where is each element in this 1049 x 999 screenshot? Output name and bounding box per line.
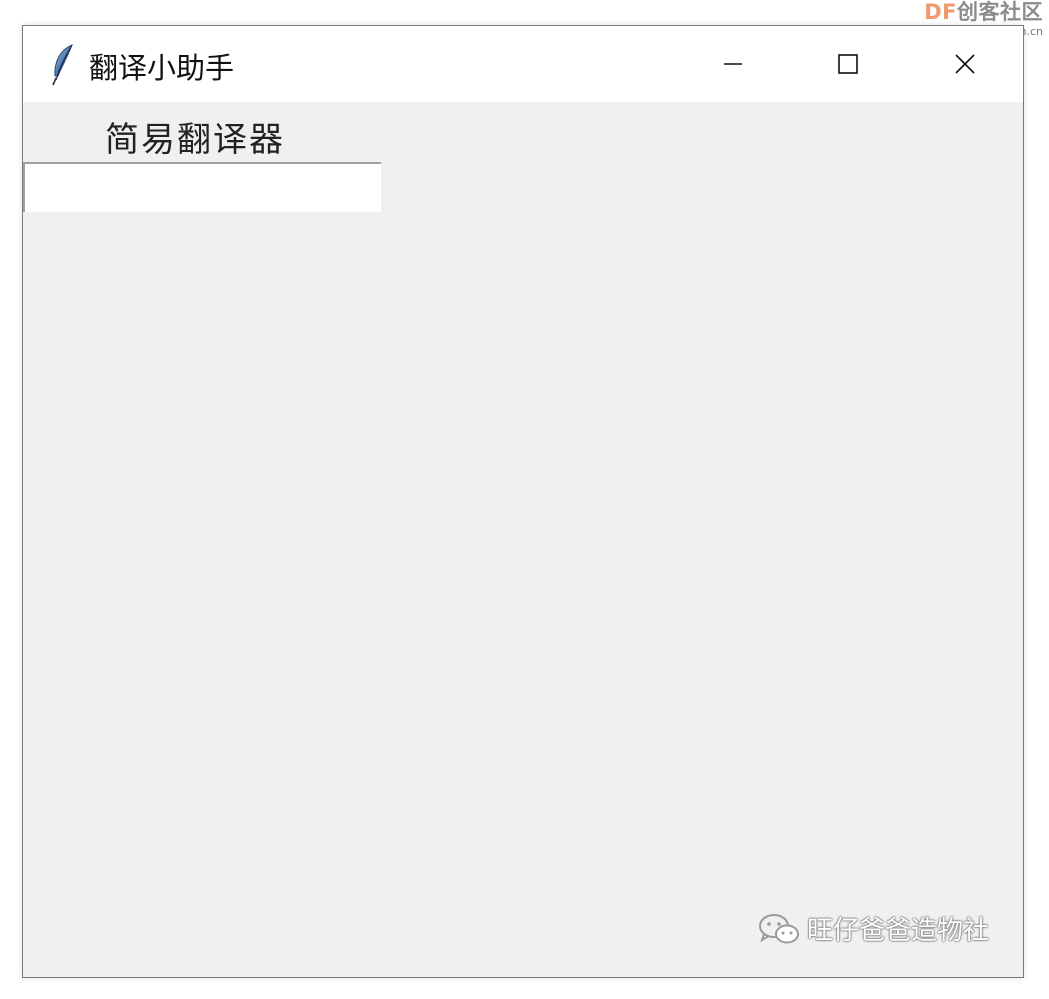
maximize-icon — [838, 54, 858, 74]
minimize-icon — [724, 63, 742, 65]
wechat-icon — [758, 913, 799, 943]
app-heading: 简易翻译器 — [105, 120, 285, 160]
site-brand-name: 创客社区 — [957, 0, 1043, 24]
feather-icon — [48, 42, 78, 86]
close-button[interactable] — [907, 26, 1023, 102]
minimize-button[interactable] — [675, 26, 791, 102]
site-brand: DF创客社区 — [924, 2, 1043, 23]
site-brand-prefix: DF — [924, 0, 957, 24]
window-title: 翻译小助手 — [89, 51, 235, 85]
app-window: 翻译小助手 简易翻译器 旺仔爸爸造物社 — [22, 25, 1024, 978]
watermark-text: 旺仔爸爸造物社 — [806, 916, 989, 946]
title-bar[interactable]: 翻译小助手 — [23, 26, 1023, 102]
close-icon — [955, 54, 975, 74]
page: DF创客社区 mc.DFRobot.com.cn — [0, 0, 1049, 999]
maximize-button[interactable] — [790, 26, 906, 102]
wechat-watermark: 旺仔爸爸造物社 — [757, 910, 989, 947]
translate-input[interactable] — [23, 162, 381, 212]
